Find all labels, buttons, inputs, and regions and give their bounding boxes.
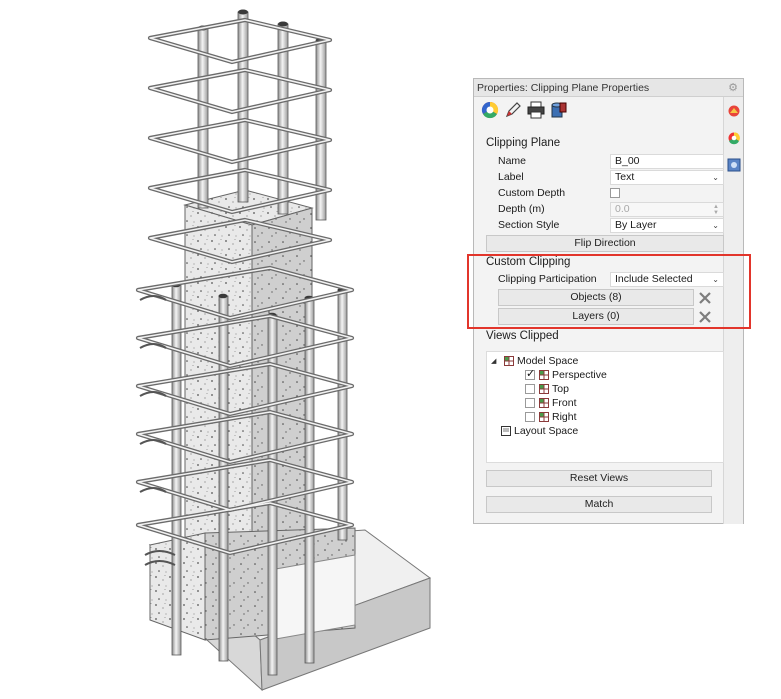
- row-label: Label Text ⌄: [498, 170, 724, 185]
- right-checkbox[interactable]: [525, 412, 535, 422]
- row-section-style: Section Style By Layer ⌄: [498, 218, 724, 233]
- label-dropdown-value: Text: [615, 171, 635, 183]
- viewport-grid-icon: [539, 370, 549, 380]
- gear-icon[interactable]: ⚙: [728, 79, 738, 97]
- section-views-clipped: Views Clipped: [486, 330, 559, 342]
- custom-depth-label: Custom Depth: [498, 187, 566, 199]
- viewport-grid-icon: [504, 356, 514, 366]
- reset-views-button[interactable]: Reset Views: [486, 470, 712, 487]
- row-custom-depth: Custom Depth: [498, 186, 724, 201]
- expand-triangle-icon[interactable]: ◢: [491, 355, 496, 368]
- section-style-value: By Layer: [615, 219, 657, 231]
- color-wheel-icon[interactable]: [480, 100, 500, 120]
- row-depth: Depth (m) 0.0 ▲ ▼: [498, 202, 724, 217]
- panel-titlebar: Properties: Clipping Plane Properties ⚙: [474, 79, 743, 97]
- match-button[interactable]: Match: [486, 496, 712, 513]
- name-label: Name: [498, 155, 527, 167]
- panel-title: Properties: Clipping Plane Properties: [477, 82, 650, 94]
- section-clipping-plane: Clipping Plane: [486, 137, 561, 149]
- viewport-grid-icon: [539, 398, 549, 408]
- layout-space-label: Layout Space: [514, 425, 579, 437]
- label-dropdown[interactable]: Text ⌄: [610, 170, 724, 185]
- perspective-checkbox[interactable]: [525, 368, 535, 381]
- chevron-down-icon: ⌄: [712, 173, 719, 182]
- printer-icon[interactable]: [526, 100, 546, 120]
- database-icon[interactable]: [549, 100, 569, 120]
- depth-label: Depth (m): [498, 203, 545, 215]
- name-field[interactable]: B_00: [610, 154, 724, 169]
- pen-edit-icon[interactable]: [503, 100, 523, 120]
- top-checkbox[interactable]: [525, 384, 535, 394]
- depth-field[interactable]: 0.0 ▲ ▼: [610, 202, 724, 217]
- layout-page-icon: [501, 426, 511, 436]
- model-space-label: Model Space: [517, 355, 579, 367]
- row-name: Name B_00: [498, 154, 724, 169]
- perspective-label: Perspective: [552, 369, 607, 381]
- front-label: Front: [552, 397, 577, 409]
- section-style-dropdown[interactable]: By Layer ⌄: [610, 218, 724, 233]
- spinner-icon[interactable]: ▲ ▼: [713, 204, 719, 216]
- right-label: Right: [552, 411, 577, 423]
- clipping-plane-icon[interactable]: [727, 158, 741, 172]
- chevron-down-icon: ⌄: [712, 221, 719, 230]
- custom-clipping-highlight: [467, 254, 751, 329]
- viewport-grid-icon: [539, 412, 549, 422]
- views-tree: ◢ Model Space Perspective: [486, 351, 724, 463]
- section-style-label: Section Style: [498, 219, 560, 231]
- color-wheel-icon[interactable]: [727, 131, 741, 145]
- front-checkbox[interactable]: [525, 398, 535, 408]
- custom-depth-checkbox[interactable]: [610, 188, 620, 198]
- rebar-column-render: [135, 9, 432, 692]
- flip-direction-button[interactable]: Flip Direction: [486, 235, 724, 252]
- label-label: Label: [498, 171, 524, 183]
- material-icon[interactable]: [727, 104, 741, 118]
- top-label: Top: [552, 383, 569, 395]
- viewport-grid-icon: [539, 384, 549, 394]
- depth-value: 0.0: [615, 203, 630, 215]
